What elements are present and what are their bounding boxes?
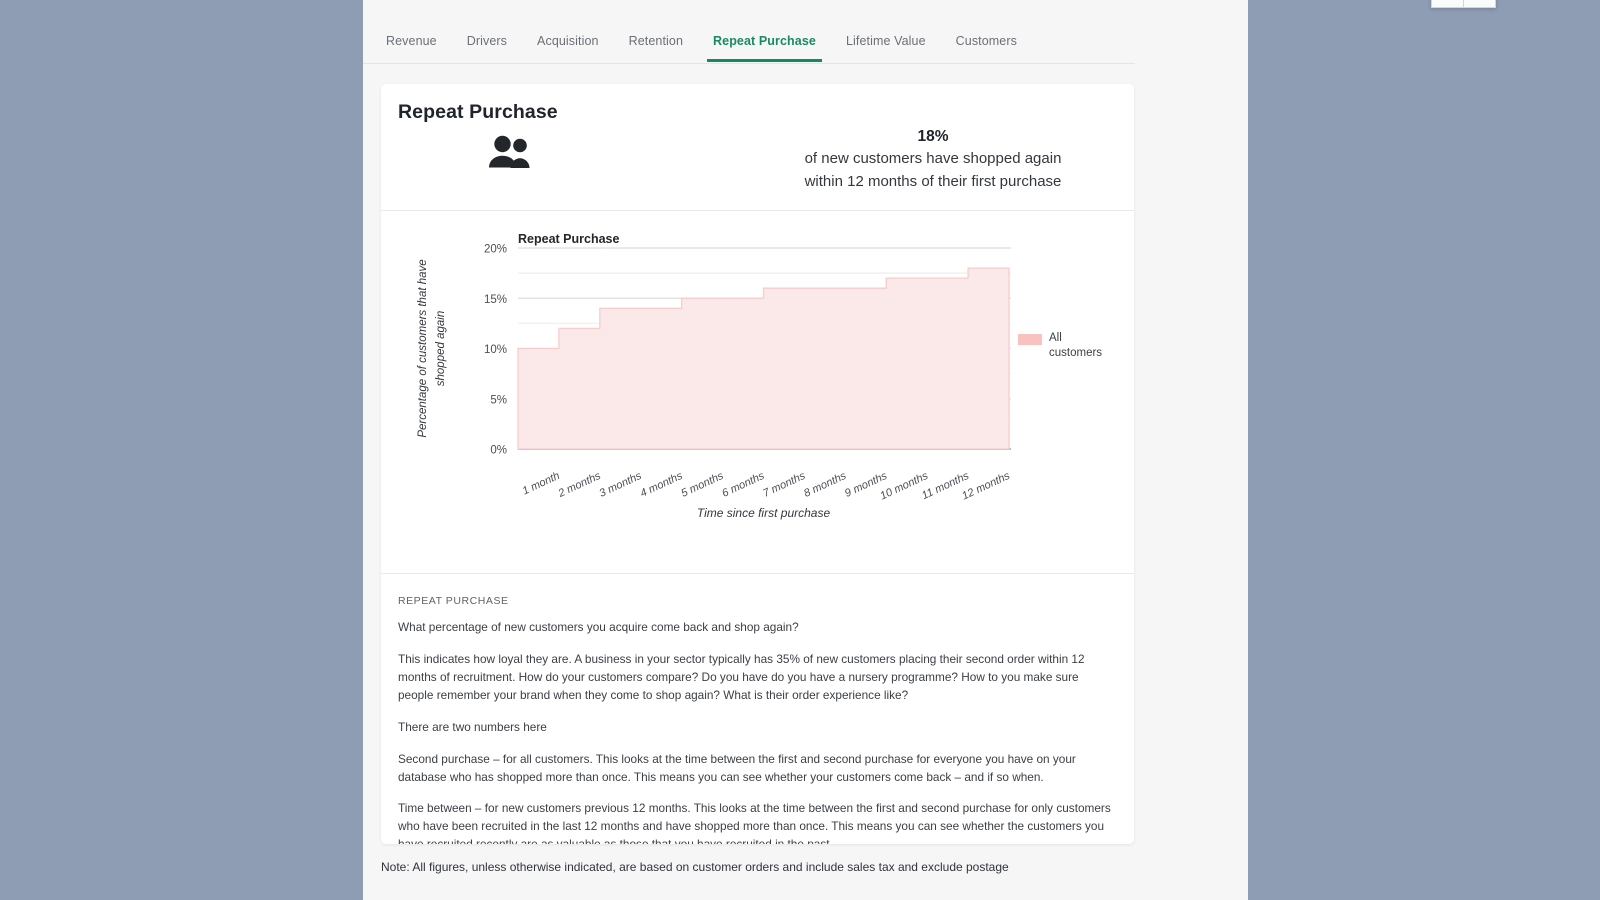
kpi-description-line-2: within 12 months of their first purchase — [804, 173, 1062, 191]
svg-text:10%: 10% — [484, 344, 507, 356]
legend-swatch-all-customers — [1018, 334, 1042, 345]
minimize-restore-button[interactable] — [1431, 0, 1464, 8]
chart-legend: All customers — [1018, 331, 1111, 361]
tab-bar: Revenue Drivers Acquisition Retention Re… — [363, 22, 1135, 64]
svg-text:0%: 0% — [490, 445, 507, 457]
card-header: Repeat Purchase 18% of new customers hav… — [381, 84, 1134, 211]
tab-retention[interactable]: Retention — [629, 22, 683, 61]
svg-text:15%: 15% — [484, 294, 507, 306]
description-paragraph: Second purchase – for all customers. Thi… — [398, 751, 1076, 784]
kpi-description-line-1: of new customers have shopped again — [804, 150, 1062, 168]
chart-section: Repeat Purchase 0% 5% 10% 15% 20% 1 month 2 mo… — [381, 211, 1134, 574]
svg-text:3 months: 3 months — [597, 470, 644, 500]
svg-text:2 months: 2 months — [556, 470, 603, 501]
legend-label-line-2: customers — [1049, 347, 1103, 360]
tab-acquisition[interactable]: Acquisition — [537, 22, 599, 61]
description-section: REPEAT PURCHASE What percentage of new c… — [381, 574, 1134, 844]
tab-revenue[interactable]: Revenue — [386, 22, 437, 61]
screen: Revenue Drivers Acquisition Retention Re… — [0, 0, 1600, 900]
repeat-purchase-chart[interactable]: 0% 5% 10% 15% 20% 1 month2 months3 months4 mo… — [381, 211, 1134, 574]
svg-text:20%: 20% — [484, 244, 507, 256]
tab-lifetime-value[interactable]: Lifetime Value — [846, 22, 926, 61]
svg-text:1 month: 1 month — [521, 470, 562, 498]
svg-text:8 months: 8 months — [802, 470, 849, 500]
svg-text:Time since first purchase: Time since first purchase — [697, 506, 831, 520]
svg-text:5%: 5% — [490, 394, 507, 406]
description-kicker: REPEAT PURCHASE — [398, 595, 509, 607]
page-title: Repeat Purchase — [398, 101, 558, 123]
window-chrome-buttons — [1431, 0, 1496, 8]
description-paragraph: This indicates how loyal they are. A bus… — [398, 651, 1085, 702]
svg-text:4 months: 4 months — [638, 470, 685, 500]
svg-text:7 months: 7 months — [761, 470, 808, 500]
kpi-block: 18% of new customers have shopped again … — [733, 125, 1133, 194]
description-paragraph: What percentage of new customers you acq… — [398, 620, 799, 634]
people-icon — [489, 135, 530, 168]
description-paragraph: There are two numbers here — [398, 719, 547, 734]
svg-text:shopped again: shopped again — [435, 311, 447, 386]
svg-text:Percentage of customers that h: Percentage of customers that have — [417, 259, 429, 437]
description-paragraph: Time between – for new customers previou… — [398, 801, 1111, 844]
kpi-value: 18% — [917, 128, 949, 145]
close-button[interactable] — [1463, 0, 1496, 8]
footer-note: Note: All figures, unless otherwise indi… — [381, 860, 1009, 874]
legend-label-line-1: All — [1049, 332, 1062, 344]
tab-customers[interactable]: Customers — [956, 22, 1017, 61]
tab-drivers[interactable]: Drivers — [467, 22, 507, 61]
tab-repeat-purchase[interactable]: Repeat Purchase — [707, 22, 822, 62]
svg-text:6 months: 6 months — [720, 470, 767, 500]
svg-text:5 months: 5 months — [679, 470, 726, 500]
repeat-purchase-card: Repeat Purchase 18% of new customers hav… — [381, 84, 1134, 844]
legend-label-all-customers: All customers — [1049, 331, 1111, 361]
